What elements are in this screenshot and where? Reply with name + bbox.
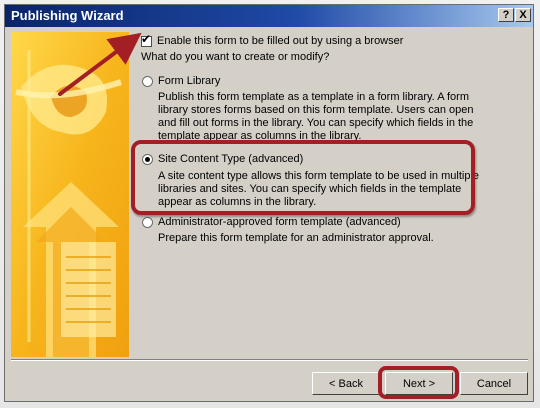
- annotation-arrow-icon: [58, 32, 142, 96]
